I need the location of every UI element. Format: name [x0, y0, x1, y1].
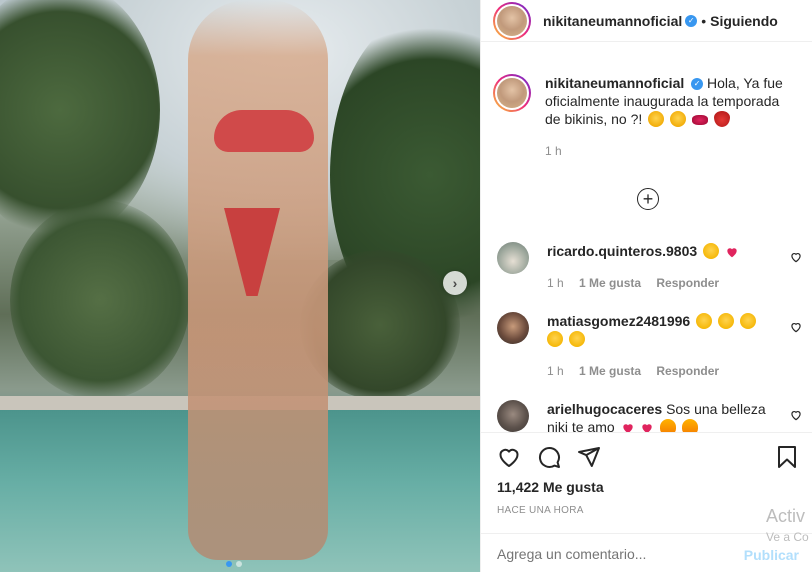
header-separator: • [701, 12, 707, 29]
comment-item: arielhugocaceres Sos una belleza niki te… [497, 400, 803, 432]
reply-button[interactable]: Responder [656, 364, 719, 378]
heart-emoji [727, 248, 737, 258]
comment-body: arielhugocaceres Sos una belleza niki te… [547, 400, 767, 432]
like-comment-heart-icon[interactable] [789, 408, 803, 422]
caption: nikitaneumannoficial ✓ Hola, Ya fue ofic… [481, 58, 812, 160]
action-icons [497, 445, 601, 469]
comment-body: matiasgomez2481996 1 h 1 Me gusta Respon… [547, 312, 767, 380]
author-avatar[interactable] [493, 1, 531, 40]
caption-body: nikitaneumannoficial ✓ Hola, Ya fue ofic… [545, 74, 793, 160]
post-actions: 11,422 Me gusta HACE UNA HORA Publicar [481, 432, 812, 572]
add-comment-bar: Publicar [481, 533, 812, 572]
comment-time[interactable]: 1 h [547, 364, 564, 378]
lips-icon [691, 115, 708, 125]
comment-likes[interactable]: 1 Me gusta [579, 276, 641, 290]
heart-eyes-emoji [696, 313, 713, 329]
comment-time[interactable]: 1 h [547, 276, 564, 290]
heart-eyes-emoji [568, 331, 585, 347]
carousel-dot-active [226, 561, 232, 567]
like-comment-heart-icon[interactable] [789, 250, 803, 264]
commenter-avatar[interactable] [497, 242, 529, 274]
caption-meta: 1 h [545, 142, 793, 160]
carousel-dots [226, 561, 242, 567]
share-paper-plane-icon[interactable] [577, 445, 601, 469]
comment-item: ricardo.quinteros.9803 1 h 1 Me gusta Re… [497, 242, 803, 292]
likes-count[interactable]: 11,422 Me gusta [497, 479, 604, 495]
face-icon [648, 111, 665, 127]
heart-emoji [642, 424, 653, 432]
heart-eyes-emoji [547, 331, 563, 347]
like-comment-heart-icon[interactable] [789, 320, 803, 334]
author-username[interactable]: nikitaneumannoficial [543, 13, 682, 29]
photo-tree [10, 200, 190, 400]
bookmark-icon[interactable] [775, 445, 799, 469]
fire-emoji [682, 419, 699, 432]
reply-button[interactable]: Responder [656, 276, 719, 290]
windows-activation-subtext: Ve a Co [766, 530, 809, 544]
post-header: nikitaneumannoficial ✓ • Siguiendo [481, 0, 812, 42]
heart-emoji [622, 424, 633, 432]
commenter-avatar[interactable] [497, 312, 529, 344]
comment-likes[interactable]: 1 Me gusta [579, 364, 641, 378]
chevron-right-icon: › [452, 275, 458, 291]
windows-activation-watermark: Activ [766, 506, 806, 526]
comment-username[interactable]: ricardo.quinteros.9803 [547, 243, 697, 259]
comment-username[interactable]: matiasgomez2481996 [547, 313, 690, 329]
heart-eyes-emoji [739, 313, 756, 329]
comment-body: ricardo.quinteros.9803 1 h 1 Me gusta Re… [547, 242, 767, 292]
post-timestamp[interactable]: HACE UNA HORA [497, 505, 584, 516]
comment-bubble-icon[interactable] [537, 445, 561, 469]
publish-button[interactable]: Publicar [744, 547, 799, 563]
like-heart-icon[interactable] [497, 445, 521, 469]
comment-input[interactable] [497, 546, 727, 562]
heart-eyes-emoji [717, 313, 734, 329]
face-icon [670, 111, 687, 127]
comment-item: matiasgomez2481996 1 h 1 Me gusta Respon… [497, 312, 803, 380]
strawberry-icon [713, 111, 730, 127]
comment-meta: 1 h 1 Me gusta Responder [547, 362, 767, 380]
verified-badge-icon: ✓ [691, 78, 704, 91]
caption-time[interactable]: 1 h [545, 144, 562, 158]
verified-badge-icon: ✓ [685, 14, 698, 27]
following-button[interactable]: Siguiendo [710, 13, 778, 29]
carousel-next-button[interactable]: › [443, 271, 467, 295]
load-more-comments-button[interactable]: + [637, 188, 659, 210]
comment-meta: 1 h 1 Me gusta Responder [547, 274, 767, 292]
post-photo[interactable]: › [0, 0, 480, 572]
commenter-avatar[interactable] [497, 400, 529, 432]
comment-username[interactable]: arielhugocaceres [547, 401, 662, 417]
caption-username[interactable]: nikitaneumannoficial [545, 75, 684, 91]
post-side-panel: nikitaneumannoficial ✓ • Siguiendo nikit… [480, 0, 812, 572]
carousel-dot [236, 561, 242, 567]
heart-eyes-emoji [703, 243, 720, 259]
comments-section[interactable]: nikitaneumannoficial ✓ Hola, Ya fue ofic… [481, 58, 812, 432]
fire-emoji [660, 419, 677, 432]
plus-icon: + [642, 189, 654, 209]
photo-bikini-top [214, 110, 314, 152]
caption-avatar[interactable] [493, 74, 531, 112]
